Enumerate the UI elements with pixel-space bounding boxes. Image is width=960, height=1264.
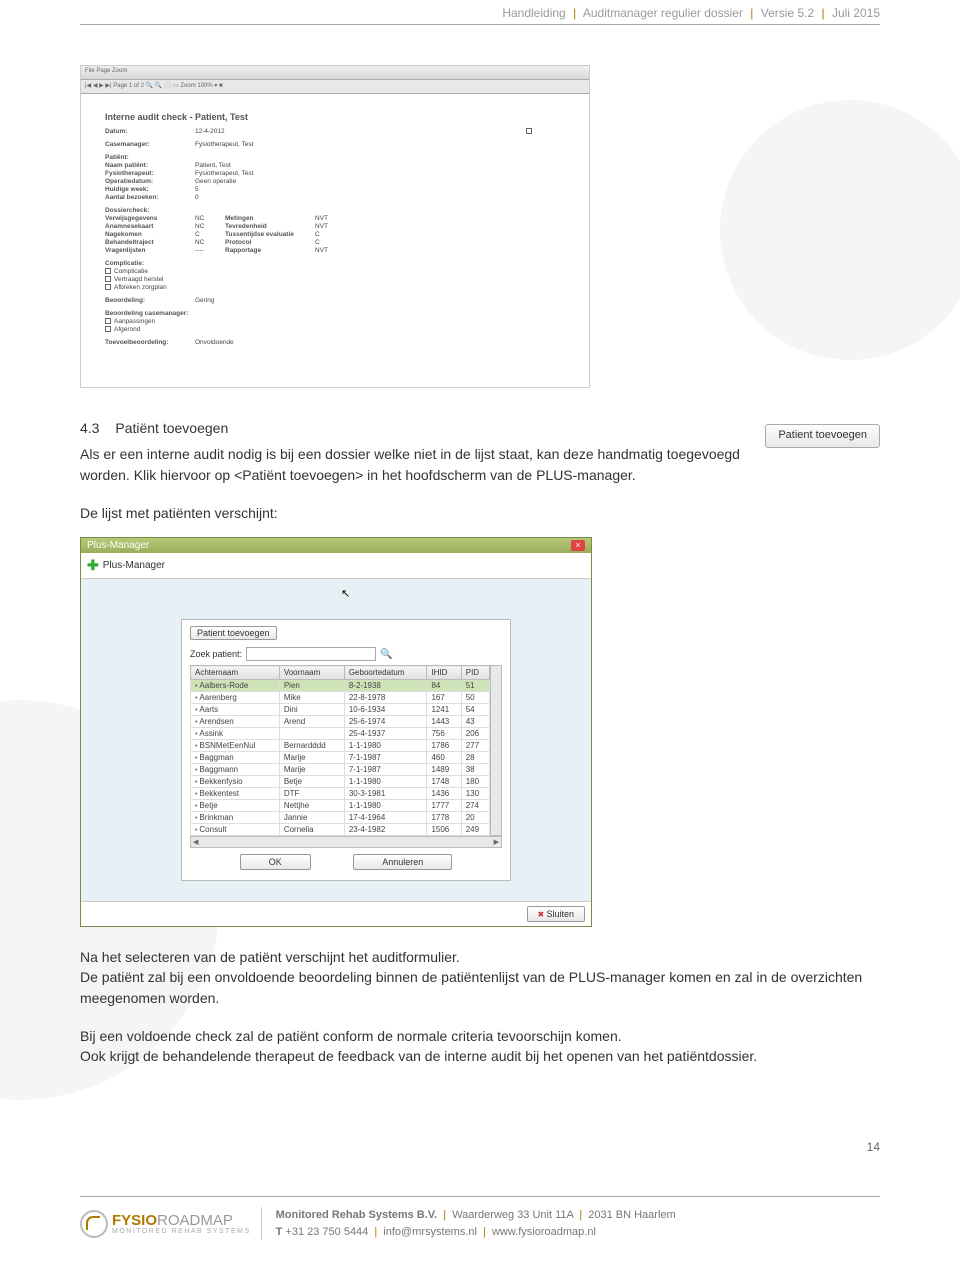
table-row[interactable]: BekkenfysioBetje1-1-19801748180 xyxy=(191,776,490,788)
table-row[interactable]: ArendsenArend25-6-1974144343 xyxy=(191,716,490,728)
table-row[interactable]: BetjeNettjhe1-1-19801777274 xyxy=(191,800,490,812)
para: Na het selecteren van de patiënt verschi… xyxy=(80,947,880,967)
para: Ook krijgt de behandelende therapeut de … xyxy=(80,1046,880,1066)
para: Bij een voldoende check zal de patiënt c… xyxy=(80,1026,880,1046)
comp-item: Vertraagd herstel xyxy=(105,276,565,283)
separator-icon: | xyxy=(483,1226,486,1238)
column-header[interactable]: Achternaam xyxy=(191,666,280,680)
column-header[interactable]: PID xyxy=(461,666,490,680)
comp-item: Afbreken zorgplan xyxy=(105,284,565,291)
table-row[interactable]: Aalbers-RodePien8-2-19388451 xyxy=(191,680,490,692)
dossier-field: NagekomenCTussentijdse evaluatieC xyxy=(105,231,565,238)
search-icon[interactable]: 🔍 xyxy=(380,649,392,660)
window-title: Plus-Manager xyxy=(87,540,149,551)
separator-icon: | xyxy=(443,1209,446,1221)
search-label: Zoek patient: xyxy=(190,649,242,659)
table-row[interactable]: BrinkmanJannie17-4-1964177820 xyxy=(191,812,490,824)
search-row: Zoek patient: 🔍 xyxy=(190,647,502,661)
column-header[interactable]: IHID xyxy=(427,666,461,680)
report-field: Naam patiënt:Patient, Test xyxy=(105,162,565,169)
footer-info: Monitored Rehab Systems B.V. | Waarderwe… xyxy=(261,1207,676,1240)
separator-icon: | xyxy=(821,6,824,20)
section-number: 4.3 xyxy=(80,420,99,436)
section-4-3: Patient toevoegen 4.3 Patiënt toevoegen … xyxy=(80,418,880,523)
para: Als er een interne audit nodig is bij ee… xyxy=(80,444,880,485)
logo-icon xyxy=(80,1210,108,1238)
plus-icon: ✚ xyxy=(87,557,99,574)
patient-table[interactable]: AchternaamVoornaamGeboortedatumIHIDPID A… xyxy=(190,665,490,836)
table-row[interactable]: BSNMetEenNulBernardddd1-1-19801786277 xyxy=(191,740,490,752)
separator-icon: | xyxy=(579,1209,582,1221)
dossier-field: BehandeltrajectNCProtocolC xyxy=(105,239,565,246)
dossier-field: AnamnesekaartNCTevredenheidNVT xyxy=(105,223,565,230)
hdr-subtitle: Auditmanager regulier dossier xyxy=(583,6,743,20)
hdr-version: Versie 5.2 xyxy=(761,6,814,20)
separator-icon: | xyxy=(374,1226,377,1238)
column-header[interactable]: Geboortedatum xyxy=(344,666,427,680)
report-field: Operatiedatum:Geen operatie xyxy=(105,178,565,185)
separator-icon: | xyxy=(750,6,753,20)
cancel-button[interactable]: Annuleren xyxy=(353,854,452,870)
close-icon[interactable]: × xyxy=(571,540,585,551)
cursor-icon: ↖ xyxy=(341,587,350,600)
vertical-scrollbar[interactable] xyxy=(490,665,502,836)
bcm-item: Afgerond xyxy=(105,326,565,333)
table-row[interactable]: AarenbergMike22-8-197816750 xyxy=(191,692,490,704)
para: De patiënt zal bij een onvoldoende beoor… xyxy=(80,967,880,1008)
table-row[interactable]: BaggmanMarije7-1-198746028 xyxy=(191,752,490,764)
report-screenshot: File Page Zoom |◀ ◀ ▶ ▶| Page 1 of 2 🔍 🔍… xyxy=(80,65,590,388)
report-field: Fysiotherapeut:Fysiotherapeut, Test xyxy=(105,170,565,177)
dossier-field: VerwijsgegevensNCMetingenNVT xyxy=(105,215,565,222)
column-header[interactable]: Voornaam xyxy=(279,666,344,680)
search-input[interactable] xyxy=(246,647,376,661)
patient-toevoegen-button[interactable]: Patient toevoegen xyxy=(190,626,277,640)
report-field: Aantal bezoeken:0 xyxy=(105,194,565,201)
table-row[interactable]: AartsDini10-6-1934124154 xyxy=(191,704,490,716)
patient-toevoegen-button-image: Patient toevoegen xyxy=(765,424,880,448)
section-title: Patiënt toevoegen xyxy=(115,420,228,436)
para: De lijst met patiënten verschijnt: xyxy=(80,503,880,523)
window-subheader: ✚ Plus-Manager xyxy=(81,553,591,579)
report-field: Huidige week:5 xyxy=(105,186,565,193)
page-number: 14 xyxy=(867,1140,880,1154)
hdr-title: Handleiding xyxy=(502,6,565,20)
report-menu: File Page Zoom xyxy=(81,66,589,80)
table-row[interactable]: BekkentestDTF30-3-19811436130 xyxy=(191,788,490,800)
horizontal-scrollbar[interactable]: ◀▶ xyxy=(190,836,502,848)
footer-logo: FYSIOROADMAP MONITORED REHAB SYSTEMS xyxy=(80,1210,251,1238)
ok-button[interactable]: OK xyxy=(240,854,311,870)
checkbox-icon xyxy=(526,128,532,134)
patient-panel: Patient toevoegen Zoek patient: 🔍 Achter… xyxy=(181,619,511,881)
plus-manager-screenshot: Plus-Manager × ✚ Plus-Manager ↖ Patient … xyxy=(80,537,592,927)
page-header: Handleiding | Auditmanager regulier doss… xyxy=(80,0,880,25)
hdr-date: Juli 2015 xyxy=(832,6,880,20)
comp-item: Complicatie xyxy=(105,268,565,275)
table-row[interactable]: ConsultCornelia23-4-19821506249 xyxy=(191,824,490,836)
table-row[interactable]: BaggmannMarije7-1-1987148938 xyxy=(191,764,490,776)
window-titlebar: Plus-Manager × xyxy=(81,538,591,553)
report-toolbar: |◀ ◀ ▶ ▶| Page 1 of 2 🔍 🔍 ⬜ ▭ Zoom 100% … xyxy=(81,80,589,94)
sluiten-button[interactable]: Sluiten xyxy=(527,906,585,922)
subheader-label: Plus-Manager xyxy=(103,560,165,571)
bcm-item: Aanpassingen xyxy=(105,318,565,325)
report-title: Interne audit check - Patient, Test xyxy=(105,112,565,122)
dossier-field: Vragenlijsten----RapportageNVT xyxy=(105,247,565,254)
page-footer: FYSIOROADMAP MONITORED REHAB SYSTEMS Mon… xyxy=(80,1196,880,1240)
separator-icon: | xyxy=(573,6,576,20)
table-row[interactable]: Assink25-4-1937756206 xyxy=(191,728,490,740)
